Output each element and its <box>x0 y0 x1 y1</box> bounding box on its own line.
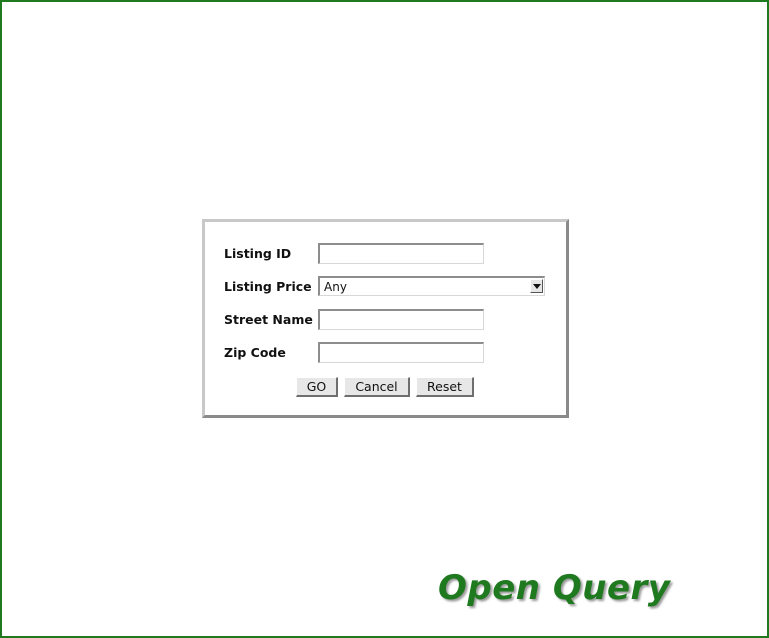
listing-price-selected: Any <box>324 280 347 294</box>
cancel-button[interactable]: Cancel <box>344 377 410 397</box>
brand-title: Open Query <box>438 568 671 608</box>
reset-button[interactable]: Reset <box>416 377 474 397</box>
listing-price-label: Listing Price <box>224 278 312 294</box>
go-button[interactable]: GO <box>296 377 338 397</box>
street-name-input[interactable] <box>318 308 484 330</box>
chevron-down-icon[interactable] <box>530 279 543 293</box>
query-dialog: Listing ID Listing Price Any Street Name… <box>202 219 569 418</box>
app-frame: Listing ID Listing Price Any Street Name… <box>0 0 769 638</box>
street-name-label: Street Name <box>224 311 313 327</box>
zip-code-label: Zip Code <box>224 344 286 360</box>
listing-id-label: Listing ID <box>224 245 292 261</box>
listing-id-input[interactable] <box>318 242 484 264</box>
zip-code-input[interactable] <box>318 341 484 363</box>
listing-price-select[interactable]: Any <box>318 276 545 296</box>
